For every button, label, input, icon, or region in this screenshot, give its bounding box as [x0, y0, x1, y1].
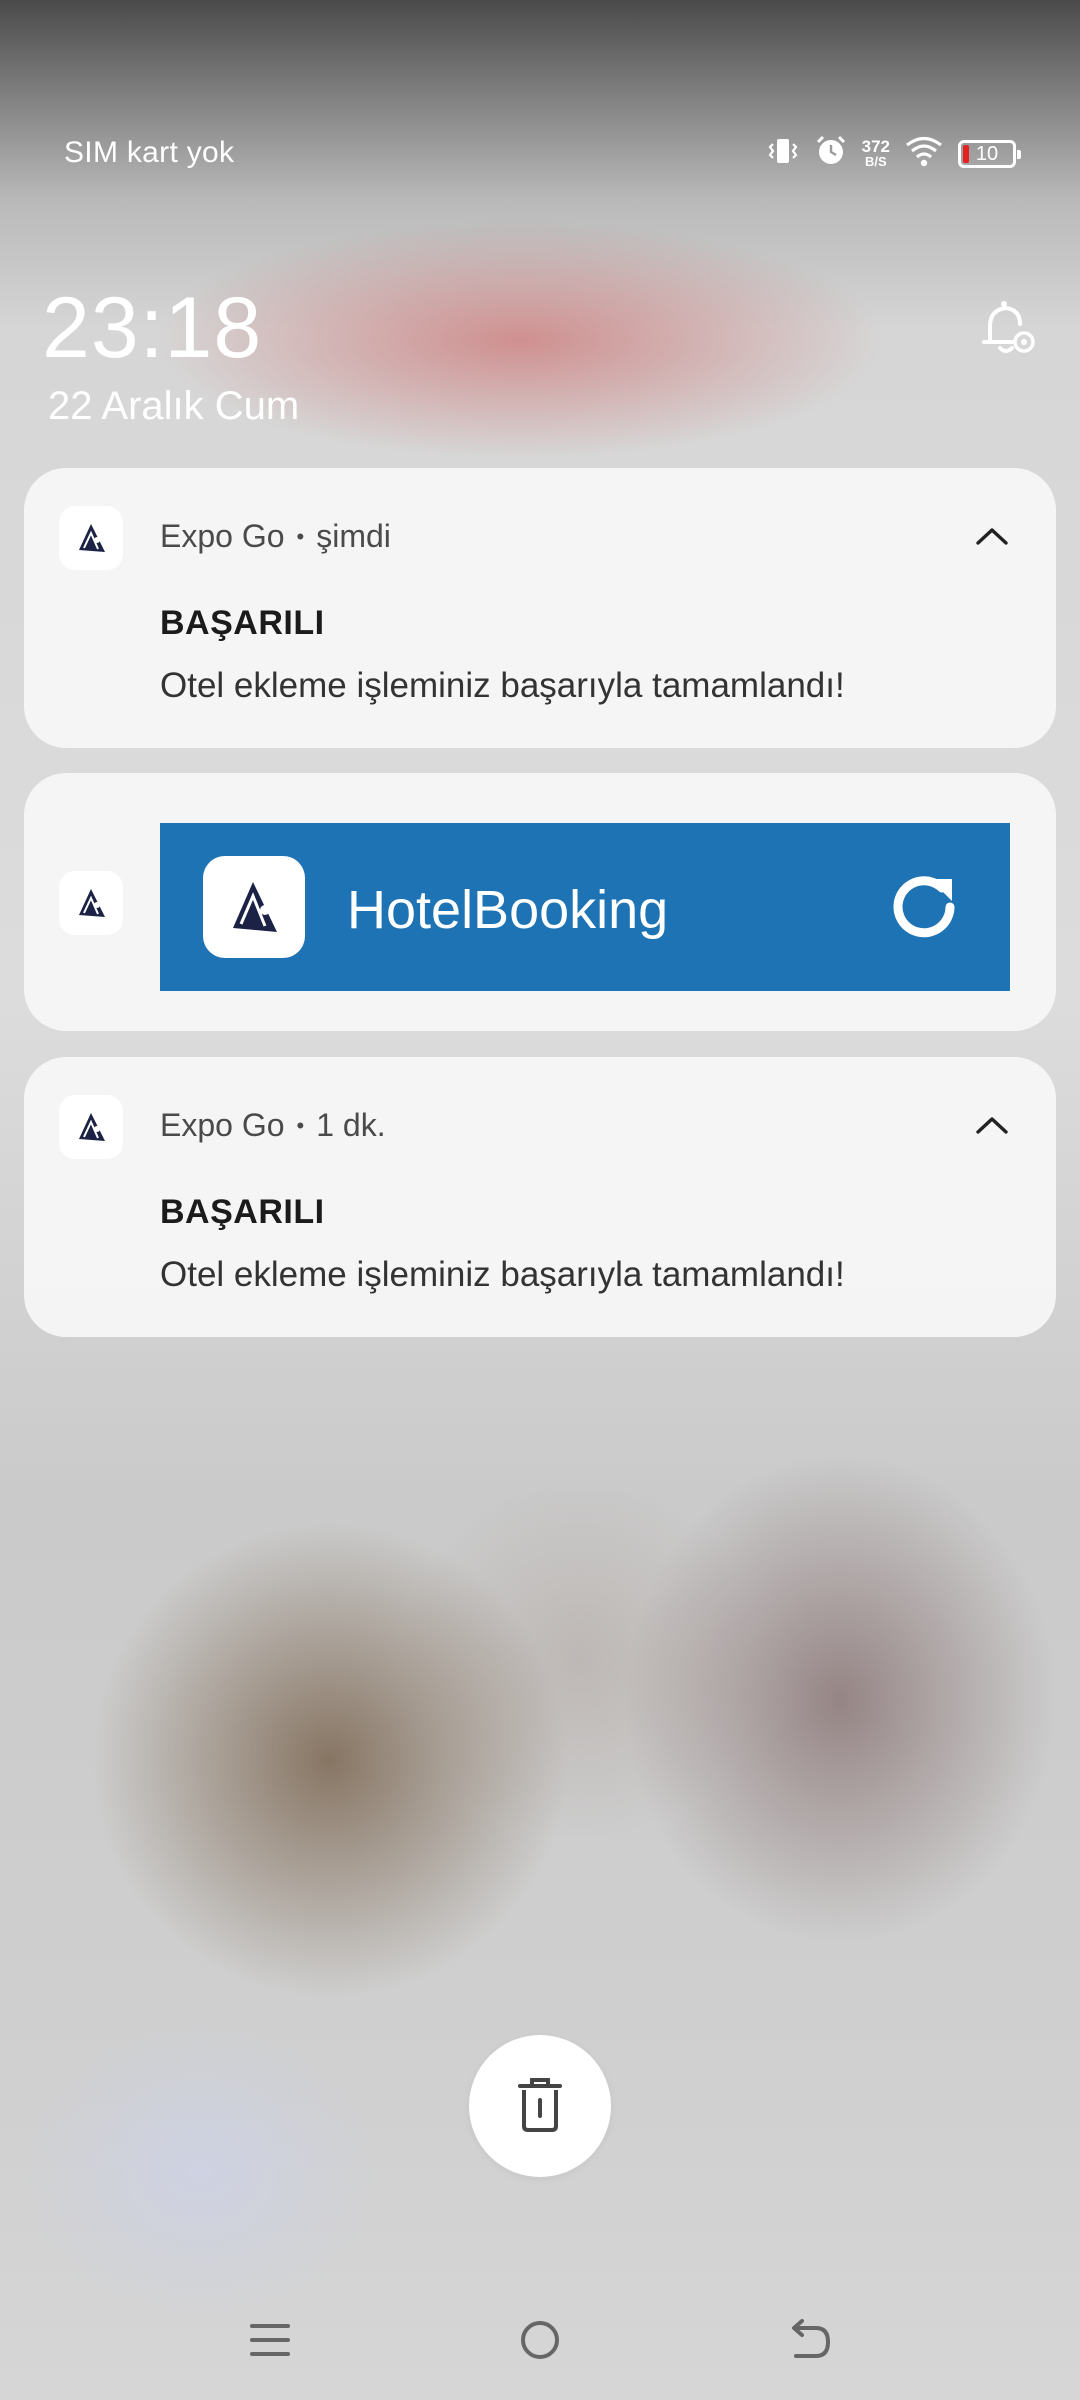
status-icons: 372 B/S 10 — [766, 134, 1021, 173]
battery-level: 10 — [975, 142, 999, 165]
notification-header: Expo Go • şimdi — [160, 518, 391, 555]
separator-dot: • — [296, 523, 305, 549]
notification-title: BAŞARILI — [160, 1193, 325, 1231]
notification-header: Expo Go • 1 dk. — [160, 1107, 386, 1144]
chevron-up-icon[interactable] — [968, 1101, 1016, 1149]
notification-time: şimdi — [316, 518, 391, 554]
notification-title: BAŞARILI — [160, 604, 325, 642]
wifi-icon — [904, 134, 944, 173]
net-speed: 372 B/S — [862, 138, 890, 169]
chevron-up-icon[interactable] — [968, 512, 1016, 560]
reload-icon[interactable] — [882, 865, 966, 949]
carrier-label: SIM kart yok — [64, 136, 235, 169]
battery-fill — [963, 144, 969, 163]
app-banner[interactable]: HotelBooking — [160, 823, 1010, 991]
expo-go-app-icon — [59, 1095, 123, 1159]
lockscreen-date: 22 Aralık Cum — [48, 384, 300, 428]
notification-body: Otel ekleme işleminiz başarıyla tamamlan… — [160, 666, 845, 705]
expo-go-app-icon — [59, 506, 123, 570]
notification-card[interactable]: Expo Go • şimdi BAŞARILI Otel ekleme işl… — [24, 468, 1056, 748]
battery-icon: 10 — [958, 139, 1021, 168]
banner-title: HotelBooking — [347, 880, 669, 940]
alarm-icon — [814, 134, 848, 173]
expo-go-app-icon — [59, 871, 123, 935]
net-speed-value: 372 — [861, 137, 890, 156]
app-name: Expo Go — [160, 518, 285, 554]
notification-card[interactable]: HotelBooking — [24, 773, 1056, 1031]
notification-time: 1 dk. — [316, 1107, 386, 1143]
status-bar: SIM kart yok 372 B/S 10 — [0, 128, 1080, 184]
notification-settings-icon[interactable] — [972, 296, 1040, 364]
back-icon[interactable] — [780, 2310, 840, 2370]
notification-body: Otel ekleme işleminiz başarıyla tamamlan… — [160, 1255, 845, 1294]
clear-all-button[interactable] — [469, 2035, 611, 2177]
trash-icon — [512, 2074, 568, 2139]
home-icon[interactable] — [510, 2310, 570, 2370]
separator-dot: • — [296, 1112, 305, 1138]
notification-card[interactable]: Expo Go • 1 dk. BAŞARILI Otel ekleme işl… — [24, 1057, 1056, 1337]
net-speed-unit: B/S — [864, 154, 887, 169]
lockscreen-time: 23:18 — [42, 280, 263, 376]
hotelbooking-app-icon — [203, 856, 305, 958]
app-name: Expo Go — [160, 1107, 285, 1143]
menu-icon[interactable] — [240, 2310, 300, 2370]
vibrate-icon — [766, 134, 800, 173]
